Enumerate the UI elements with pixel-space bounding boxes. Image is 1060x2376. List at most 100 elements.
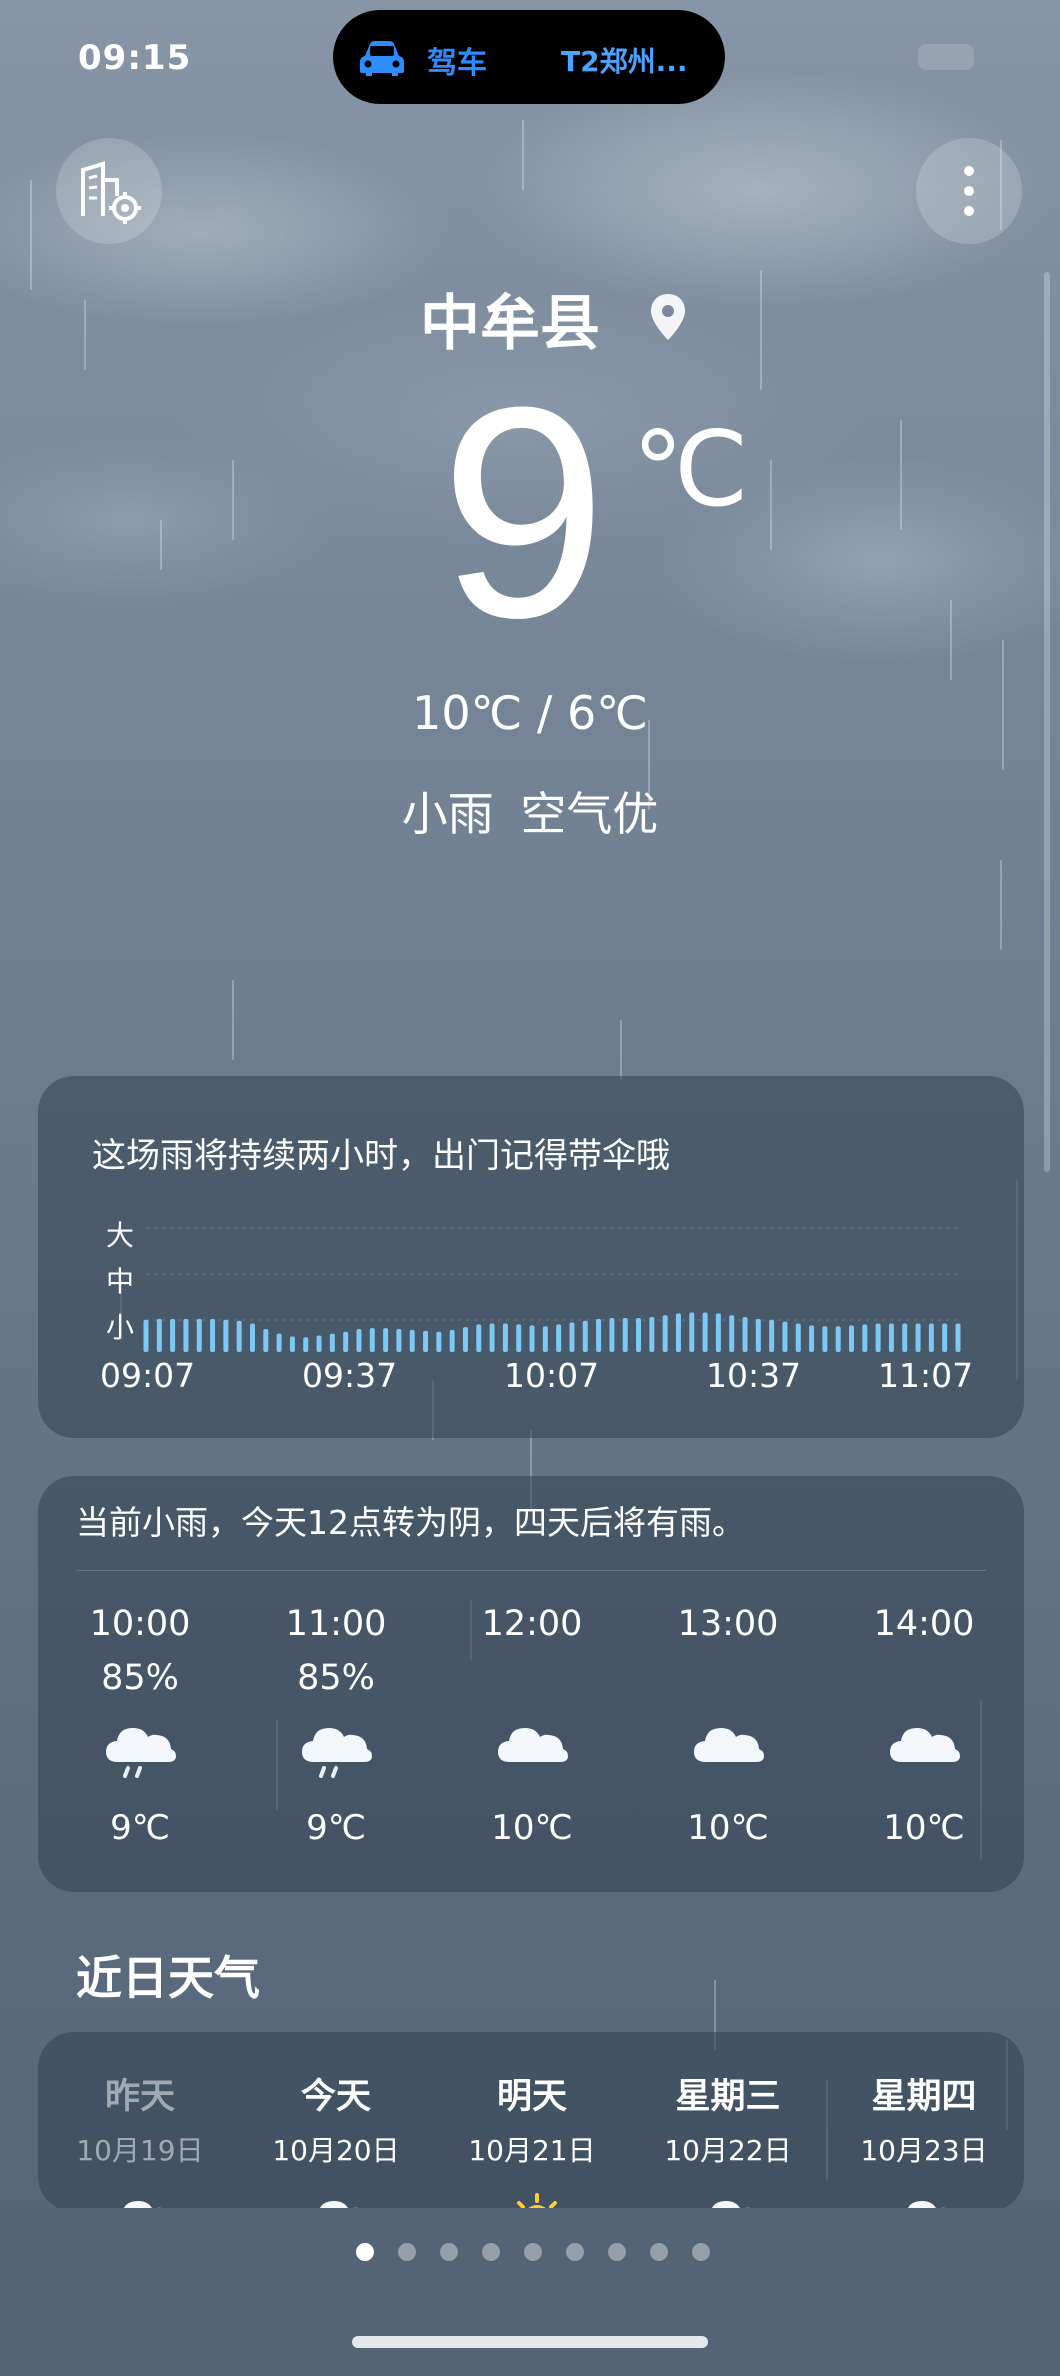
page-indicator[interactable]	[356, 2243, 710, 2261]
chart-bar	[343, 1331, 349, 1352]
chart-bar	[675, 1313, 681, 1352]
chart-bar	[462, 1327, 468, 1352]
day-date: 10月19日	[76, 2134, 204, 2167]
chart-tick: 10:07	[504, 1356, 600, 1395]
chart-tick: 11:07	[878, 1356, 974, 1395]
page-dot[interactable]	[692, 2243, 710, 2261]
chart-bar	[888, 1323, 894, 1352]
chart-bar	[502, 1323, 508, 1352]
page-dot[interactable]	[524, 2243, 542, 2261]
chart-bar	[862, 1324, 868, 1352]
hour-temp: 9℃	[110, 1808, 170, 1848]
page-dot[interactable]	[398, 2243, 416, 2261]
hour-time: 13:00	[677, 1604, 779, 1644]
level-light: 小	[106, 1311, 135, 1344]
chart-bar	[702, 1312, 708, 1352]
hour-item: 14:00 10℃	[844, 1604, 1004, 1848]
chart-bar	[276, 1333, 282, 1352]
divider	[76, 1570, 986, 1571]
chart-bar	[156, 1318, 162, 1352]
day-date: 10月22日	[664, 2134, 792, 2167]
hour-precip: 85%	[101, 1658, 179, 1698]
chart-bar	[556, 1324, 562, 1352]
chart-bar	[196, 1318, 202, 1352]
page-dot[interactable]	[440, 2243, 458, 2261]
hour-precip	[648, 1658, 808, 1700]
page-dot[interactable]	[356, 2243, 374, 2261]
cloud-icon	[688, 1718, 768, 1780]
day-name: 昨天	[104, 2077, 175, 2117]
chart-bar	[769, 1319, 775, 1352]
hour-time: 11:00	[285, 1604, 387, 1644]
hour-item: 13:00 10℃	[648, 1604, 808, 1848]
level-medium: 中	[106, 1265, 135, 1298]
chart-tick: 09:37	[302, 1356, 398, 1395]
section-title-recent: 近日天气	[76, 1951, 260, 2005]
condition-line: 小雨 空气优	[0, 778, 1060, 844]
chart-bar	[210, 1318, 216, 1352]
day-date: 10月23日	[860, 2134, 988, 2167]
chart-bar	[489, 1323, 495, 1352]
hour-precip	[452, 1658, 612, 1700]
chart-bar	[396, 1329, 402, 1352]
hour-item: 11:00 85% 9℃	[256, 1604, 416, 1848]
chart-bar	[529, 1325, 535, 1352]
chart-bar	[782, 1321, 788, 1352]
more-vertical-icon	[964, 166, 974, 216]
location-pin-icon	[651, 294, 685, 340]
city-manage-button[interactable]	[56, 138, 162, 244]
rain-forecast-card[interactable]: 这场雨将持续两小时，出门记得带伞哦 大 中 小 09:07 09:37 10:0…	[38, 1076, 1024, 1438]
chart-bar	[542, 1326, 548, 1352]
chart-bar	[822, 1326, 828, 1352]
chart-bar	[383, 1328, 389, 1352]
day-name: 星期三	[675, 2077, 781, 2117]
chart-bar	[795, 1323, 801, 1352]
chart-bar	[476, 1324, 482, 1352]
battery-icon	[918, 44, 974, 70]
hour-precip	[844, 1658, 1004, 1700]
hour-item: 10:00 85% 9℃	[60, 1604, 220, 1848]
page-dot[interactable]	[566, 2243, 584, 2261]
chart-tick: 10:37	[706, 1356, 802, 1395]
chart-bar	[942, 1323, 948, 1352]
day-date: 10月21日	[468, 2134, 596, 2167]
chart-bar	[289, 1336, 295, 1352]
chart-bar	[649, 1317, 655, 1352]
chart-bar	[729, 1315, 735, 1352]
current-temperature: 9	[440, 344, 607, 680]
chart-bar	[622, 1317, 628, 1352]
car-icon	[360, 41, 404, 76]
chart-bar	[596, 1318, 602, 1352]
home-indicator[interactable]	[352, 2336, 708, 2348]
page-dot[interactable]	[650, 2243, 668, 2261]
hour-temp: 10℃	[883, 1808, 965, 1848]
chart-bar	[303, 1337, 309, 1352]
daily-forecast-card[interactable]: 昨天 10月19日 今天 10月20日 明天 10月21日 星期三 10月22日 星期四 10月2…	[38, 2032, 1024, 2241]
chart-bar	[715, 1313, 721, 1352]
chart-bar	[915, 1323, 921, 1352]
chart-bar	[689, 1312, 695, 1352]
dynamic-island[interactable]: 驾车 T2郑州...	[333, 10, 725, 104]
page-dot[interactable]	[608, 2243, 626, 2261]
hourly-summary: 当前小雨，今天12点转为阴，四天后将有雨。	[76, 1503, 745, 1542]
chart-bar	[516, 1324, 522, 1352]
bottom-bar	[0, 2208, 1060, 2376]
chart-bar	[849, 1325, 855, 1352]
status-time: 09:15	[78, 38, 192, 78]
hourly-forecast-card[interactable]: 当前小雨，今天12点转为阴，四天后将有雨。 10:00 85% 9℃ 11:00 85%…	[38, 1476, 1024, 1892]
chart-bar	[955, 1323, 961, 1352]
air-quality: 空气优	[520, 787, 659, 841]
chart-bar	[755, 1318, 761, 1352]
cloud-icon	[492, 1718, 572, 1780]
chart-bar	[143, 1319, 149, 1352]
chart-bar	[183, 1318, 189, 1352]
chart-bar	[636, 1317, 642, 1352]
page-dot[interactable]	[482, 2243, 500, 2261]
cloud-icon	[884, 1718, 964, 1780]
chart-bar	[875, 1323, 881, 1352]
more-options-button[interactable]	[916, 138, 1022, 244]
chart-bar	[928, 1323, 934, 1352]
chart-bar	[170, 1318, 176, 1352]
day-name: 明天	[496, 2077, 567, 2117]
island-drive-label: 驾车	[427, 46, 487, 81]
